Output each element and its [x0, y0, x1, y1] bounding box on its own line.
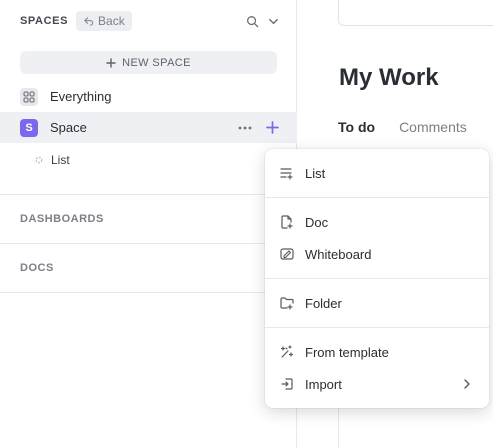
- back-arrow-icon: [83, 16, 94, 27]
- list-dot-icon: [35, 156, 43, 164]
- new-space-button[interactable]: NEW SPACE: [20, 51, 277, 74]
- chevron-right-icon: [463, 379, 471, 389]
- menu-item-label: Whiteboard: [305, 246, 372, 262]
- new-space-label: NEW SPACE: [122, 56, 191, 69]
- menu-item-whiteboard[interactable]: Whiteboard: [265, 239, 489, 269]
- more-options-icon[interactable]: [238, 126, 252, 130]
- menu-separator: [265, 278, 489, 279]
- menu-separator: [265, 197, 489, 198]
- sidebar-item-everything[interactable]: Everything: [0, 81, 297, 112]
- sidebar-header: SPACES Back: [20, 10, 280, 32]
- page-title: My Work: [339, 64, 439, 91]
- tab-todo[interactable]: To do: [338, 119, 375, 135]
- menu-separator: [265, 327, 489, 328]
- menu-item-folder[interactable]: Folder: [265, 288, 489, 318]
- sidebar: SPACES Back NEW SPACE Everything S Space…: [0, 0, 297, 448]
- section-dashboards[interactable]: DASHBOARDS: [0, 194, 297, 243]
- menu-item-label: List: [305, 165, 326, 181]
- back-label: Back: [98, 14, 125, 28]
- menu-item-label: From template: [305, 344, 389, 360]
- folder-add-icon: [279, 295, 295, 311]
- grid-icon: [20, 87, 38, 106]
- plus-icon: [106, 57, 116, 68]
- menu-item-import[interactable]: Import: [265, 369, 489, 399]
- tab-comments[interactable]: Comments: [399, 119, 467, 135]
- sidebar-item-label: Space: [50, 120, 87, 135]
- menu-item-doc[interactable]: Doc: [265, 207, 489, 237]
- create-dropdown-menu: List Doc Whiteboard Folder From template…: [265, 149, 489, 408]
- menu-item-label: Import: [305, 376, 342, 392]
- doc-add-icon: [279, 214, 295, 230]
- template-sparkle-icon: [279, 344, 295, 360]
- sidebar-item-space[interactable]: S Space: [0, 112, 297, 143]
- menu-item-from-template[interactable]: From template: [265, 337, 489, 367]
- sidebar-item-list[interactable]: List: [0, 144, 297, 175]
- section-divider: [0, 292, 297, 293]
- menu-item-label: Folder: [305, 295, 342, 311]
- space-avatar: S: [20, 118, 38, 137]
- sidebar-title: SPACES: [20, 15, 69, 27]
- whiteboard-icon: [279, 246, 295, 262]
- list-add-icon: [279, 165, 295, 181]
- menu-item-list[interactable]: List: [265, 158, 489, 188]
- tab-bar: To do Comments: [338, 119, 467, 135]
- sidebar-item-label: Everything: [50, 89, 112, 104]
- add-icon[interactable]: [266, 121, 279, 134]
- section-label: DASHBOARDS: [20, 213, 104, 225]
- section-docs[interactable]: DOCS: [0, 243, 297, 292]
- top-card: [338, 0, 493, 26]
- section-label: DOCS: [20, 262, 54, 274]
- back-button[interactable]: Back: [76, 11, 132, 31]
- import-icon: [279, 376, 295, 392]
- chevron-down-icon[interactable]: [267, 15, 280, 28]
- sidebar-item-label: List: [51, 152, 70, 167]
- search-icon[interactable]: [246, 15, 259, 28]
- menu-item-label: Doc: [305, 214, 329, 230]
